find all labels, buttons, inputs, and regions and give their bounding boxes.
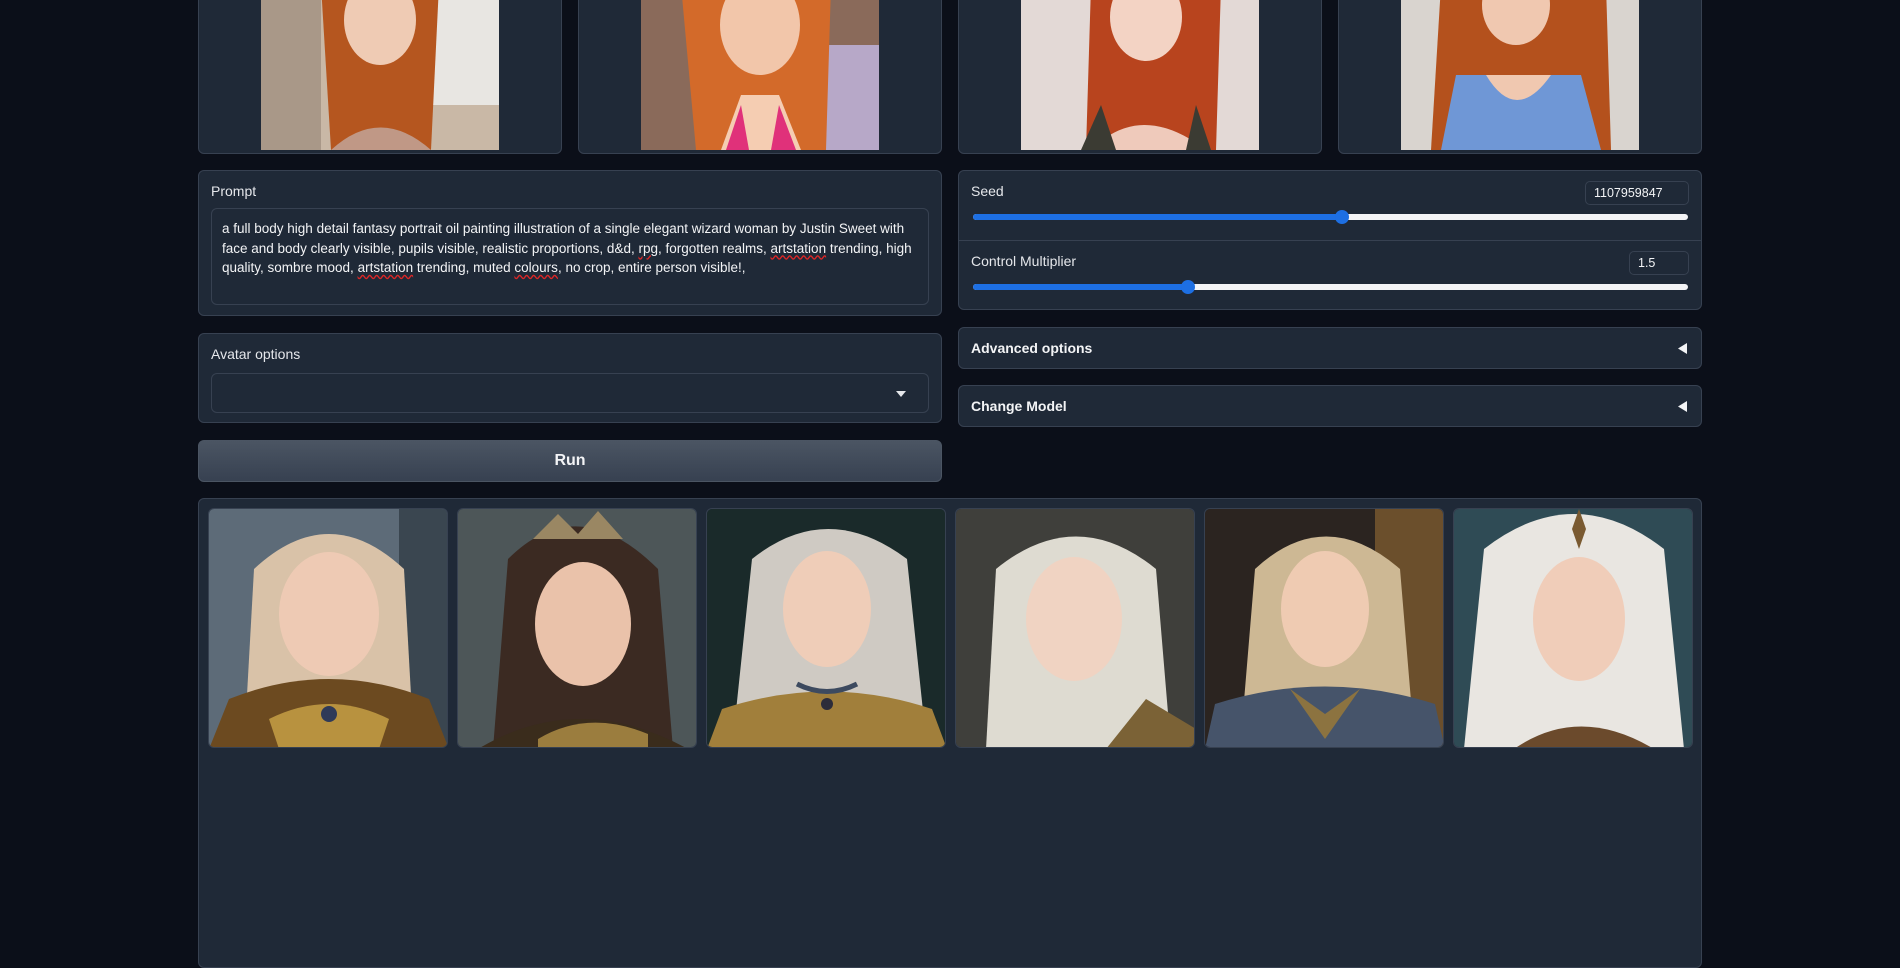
prompt-text-6: artstation [357, 260, 414, 275]
advanced-options-accordion[interactable]: Advanced options [958, 327, 1702, 369]
reference-photo-2 [641, 0, 879, 150]
reference-photo-1 [261, 0, 499, 150]
prompt-text-9: , no crop, entire person visible!, [557, 260, 746, 275]
reference-image-box-1[interactable] [198, 0, 562, 154]
run-button[interactable]: Run [198, 440, 942, 482]
seed-slider-thumb[interactable] [1334, 210, 1349, 224]
prompt-panel: Prompt a full body high detail fantasy p… [198, 170, 942, 316]
generated-portrait-5 [1205, 509, 1443, 747]
generated-portrait-6 [1454, 509, 1692, 747]
sliders-panel: Seed 1107959847 Control Multiplier 1.5 [958, 170, 1702, 310]
prompt-text-4: artstation [770, 240, 827, 256]
control-multiplier-slider-thumb[interactable] [1180, 280, 1195, 294]
control-multiplier-label: Control Multiplier [971, 253, 1077, 269]
avatar-options-label: Avatar options [211, 346, 301, 362]
gallery-item-3[interactable] [706, 508, 946, 748]
reference-photo-4 [1401, 0, 1639, 150]
reference-image-box-4[interactable] [1338, 0, 1702, 154]
avatar-options-panel: Avatar options [198, 333, 942, 423]
avatar-options-dropdown[interactable] [211, 373, 929, 413]
gallery-item-4[interactable] [955, 508, 1195, 748]
prompt-textarea[interactable]: a full body high detail fantasy portrait… [211, 208, 929, 305]
generated-portrait-1 [209, 509, 447, 747]
control-multiplier-slider-fill [973, 284, 1188, 290]
control-multiplier-input[interactable]: 1.5 [1629, 251, 1689, 275]
seed-label: Seed [971, 183, 1004, 199]
gallery-item-6[interactable] [1453, 508, 1693, 748]
generated-portrait-4 [956, 509, 1194, 747]
change-model-accordion[interactable]: Change Model [958, 385, 1702, 427]
seed-slider-fill [973, 214, 1342, 220]
seed-slider[interactable] [973, 210, 1688, 224]
reference-photo-3 [1021, 0, 1259, 150]
output-gallery [198, 498, 1702, 968]
generated-portrait-3 [707, 509, 945, 747]
advanced-options-label: Advanced options [971, 340, 1093, 356]
gallery-item-1[interactable] [208, 508, 448, 748]
prompt-text-3: , forgotten realms, [657, 240, 771, 256]
seed-input[interactable]: 1107959847 [1585, 181, 1689, 205]
prompt-text-2: rpg [638, 240, 658, 256]
gallery-item-2[interactable] [457, 508, 697, 748]
change-model-label: Change Model [971, 398, 1067, 414]
gallery-item-5[interactable] [1204, 508, 1444, 748]
reference-image-box-2[interactable] [578, 0, 942, 154]
triangle-left-icon [1678, 401, 1687, 412]
prompt-text-8: colours [514, 260, 558, 275]
reference-image-box-3[interactable] [958, 0, 1322, 154]
chevron-down-icon [896, 391, 906, 397]
prompt-text-7: trending, muted [413, 260, 515, 275]
divider [959, 240, 1701, 241]
generated-portrait-2 [458, 509, 696, 747]
control-multiplier-slider[interactable] [973, 280, 1688, 294]
triangle-left-icon [1678, 343, 1687, 354]
prompt-label: Prompt [211, 183, 257, 199]
